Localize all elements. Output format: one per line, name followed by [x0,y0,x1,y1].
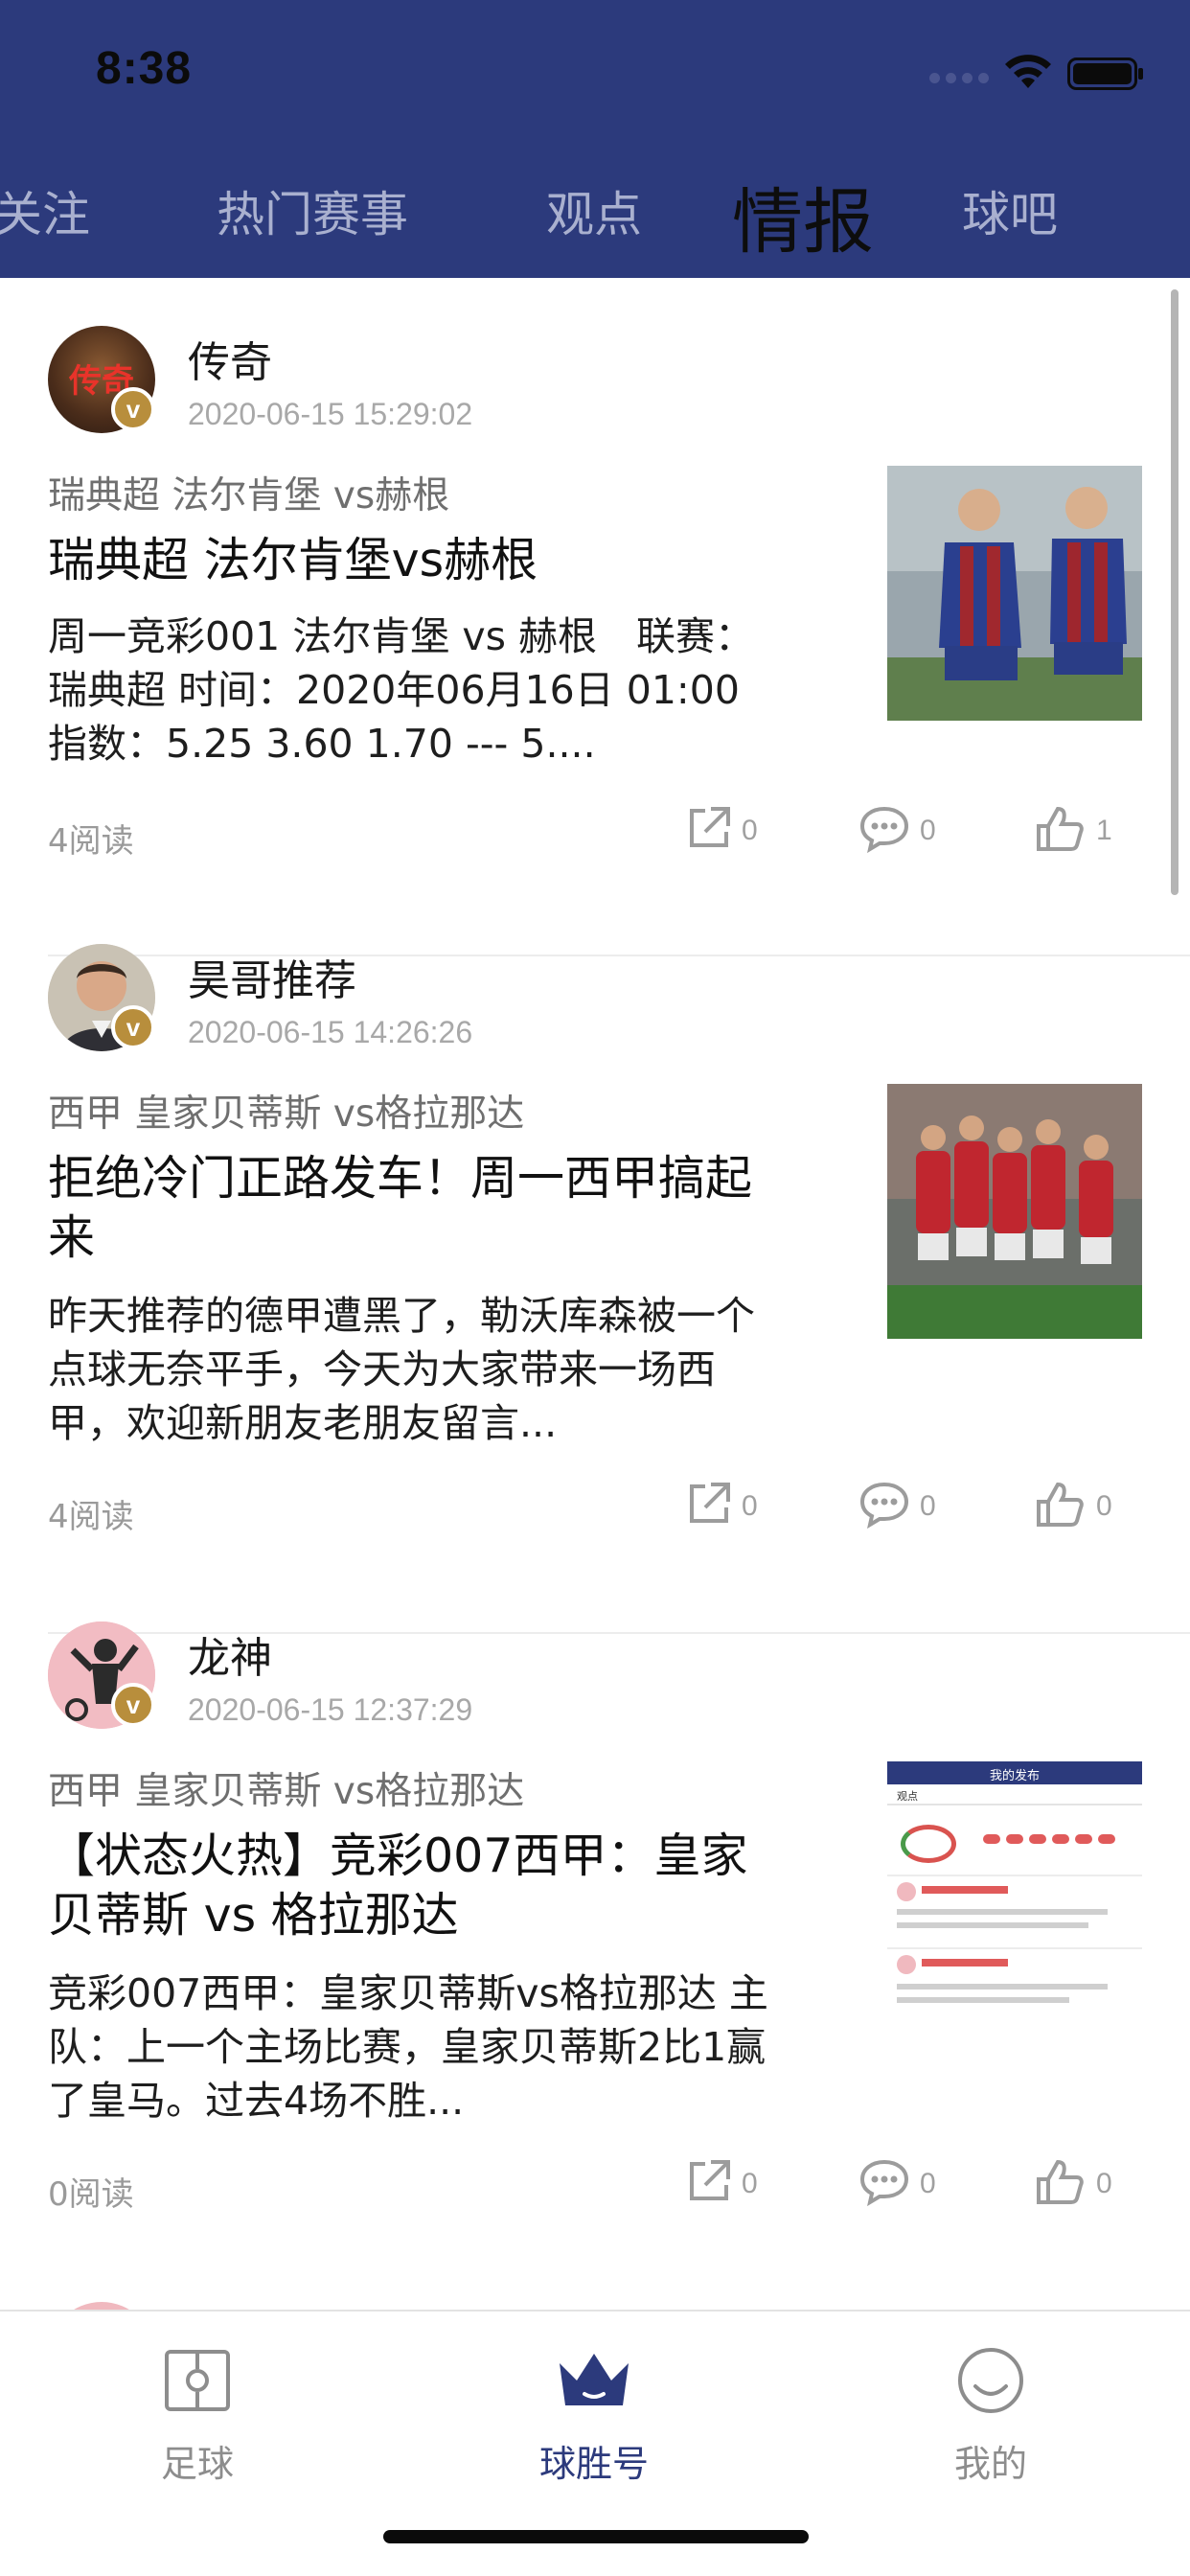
nav-mine[interactable]: 我的 [895,2331,1087,2485]
verified-badge: v [111,387,155,431]
like-count: 1 [1096,815,1112,846]
thumbs-up-icon [1037,1482,1084,1527]
comment-icon [859,1482,909,1529]
post-card[interactable]: 传奇 v 传奇 2020-06-15 15:29:02 瑞典超 法尔肯堡 vs赫… [0,278,1190,956]
post-thumbnail[interactable] [887,1084,1142,1339]
read-count: 4阅读 [48,822,134,861]
nav-football[interactable]: 足球 [102,2331,293,2485]
thumbnail-header-text: 我的发布 [989,1769,1040,1783]
football-field-icon [165,2350,230,2411]
verified-badge: v [111,1683,155,1727]
post-excerpt: 竞彩007西甲：皇家贝蒂斯vs格拉那达 主队：上一个主场比赛，皇家贝蒂斯2比1赢… [48,1970,768,2124]
battery-icon [1067,58,1143,90]
share-count: 0 [742,2168,758,2199]
comment-icon [859,806,909,853]
post-thumbnail[interactable]: 我的发布 观点 [887,1761,1142,2016]
thumbnail-tab-text: 观点 [897,1790,918,1803]
post-time: 2020-06-15 15:29:02 [188,397,473,431]
nav-label: 我的 [953,2443,1027,2485]
comment-count: 0 [920,815,936,846]
like-count: 0 [1096,1490,1112,1522]
post-card[interactable]: v 龙神 2020-06-15 12:37:29 西甲 皇家贝蒂斯 vs格拉那达… [0,1574,1190,2252]
post-title: 瑞典超 法尔肯堡vs赫根 [48,533,538,587]
status-bar: 8:38 [0,0,1190,144]
post-time: 2020-06-15 14:26:26 [188,1015,473,1049]
thumbs-up-icon [1037,806,1084,851]
tab-opinions[interactable]: 观点 [546,176,642,245]
thumbs-up-icon [1037,2159,1084,2204]
comment-count: 0 [920,2168,936,2199]
post-thumbnail[interactable] [887,466,1142,721]
post-excerpt: 周一竞彩001 法尔肯堡 vs 赫根 联赛：瑞典超 时间：2020年06月16日… [48,613,754,767]
read-count: 0阅读 [48,2175,134,2214]
share-count: 0 [742,815,758,846]
status-time: 8:38 [96,43,193,94]
comment-count: 0 [920,1490,936,1522]
post-title: 【状态火热】竞彩007西甲：皇家贝蒂斯 vs 格拉那达 [48,1828,748,1943]
thumbnail-app-screenshot: 我的发布 观点 [887,1761,1142,2016]
team-players-image [887,1084,1142,1339]
wifi-icon [1005,55,1051,88]
author-name[interactable]: 昊哥推荐 [188,946,356,1007]
read-count: 4阅读 [48,1498,134,1536]
scroll-indicator [1171,289,1179,895]
post-time: 2020-06-15 12:37:29 [188,1692,473,1727]
author-name[interactable]: 传奇 [188,328,272,389]
share-icon [690,2160,730,2200]
tab-hot-events[interactable]: 热门赛事 [217,176,408,245]
nav-qiushenghao[interactable]: 球胜号 [498,2331,690,2485]
top-tab-bar: 关注 热门赛事 观点 情报 球吧 [0,144,1190,278]
post-card[interactable]: v 昊哥推荐 2020-06-15 14:26:26 西甲 皇家贝蒂斯 vs格拉… [0,896,1190,1634]
author-name[interactable]: 龙神 [188,1623,272,1685]
header: 8:38 关注 热门赛事 观点 情报 球吧 [0,0,1190,278]
crown-icon [560,2354,629,2405]
match-tag: 西甲 皇家贝蒂斯 vs格拉那达 [48,1770,525,1813]
like-count: 0 [1096,2168,1112,2199]
tab-intelligence[interactable]: 情报 [732,165,874,267]
match-tag: 西甲 皇家贝蒂斯 vs格拉那达 [48,1092,525,1136]
comment-icon [859,2159,909,2206]
home-indicator[interactable] [383,2530,809,2543]
soccer-players-image [887,466,1142,721]
post-feed[interactable]: 传奇 v 传奇 2020-06-15 15:29:02 瑞典超 法尔肯堡 vs赫… [0,278,1190,2310]
share-icon [690,1483,730,1523]
tab-forum[interactable]: 球吧 [962,176,1058,245]
next-post-avatar[interactable] [48,2302,155,2310]
post-title: 拒绝冷门正路发车！周一西甲搞起来 [48,1151,753,1265]
post-excerpt: 昨天推荐的德甲遭黑了，勒沃库森被一个点球无奈平手，今天为大家带来一场西甲，欢迎新… [48,1293,755,1446]
share-count: 0 [742,1490,758,1522]
verified-badge: v [111,1005,155,1049]
share-icon [690,807,730,847]
nav-label: 球胜号 [538,2443,649,2485]
tab-follow[interactable]: 关注 [0,176,90,245]
smiley-icon [958,2348,1023,2413]
nav-label: 足球 [160,2443,234,2485]
cellular-signal-icon [929,73,991,86]
match-tag: 瑞典超 法尔肯堡 vs赫根 [48,474,450,518]
